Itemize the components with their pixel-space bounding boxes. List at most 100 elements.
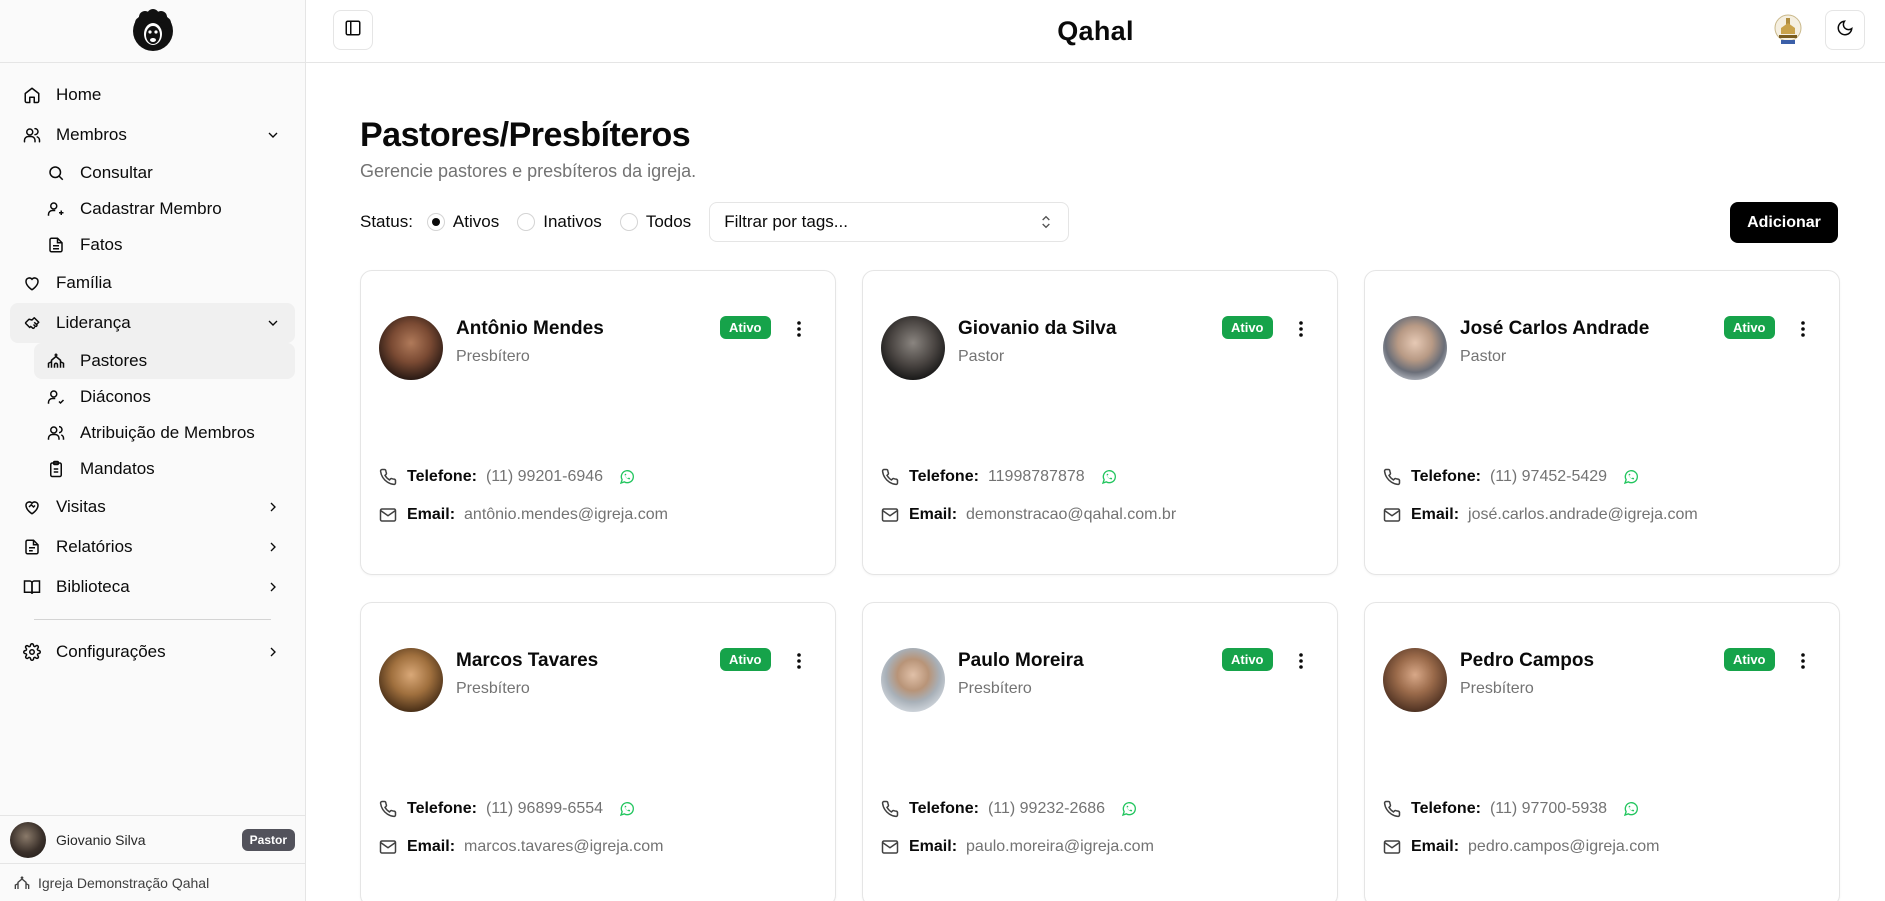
status-label: Status: xyxy=(360,212,413,231)
more-options-button[interactable] xyxy=(1293,652,1309,673)
email-label: Email: xyxy=(909,506,958,523)
sidebar-item-cadastrar-membro[interactable]: Cadastrar Membro xyxy=(34,191,295,227)
sidebar-toggle-button[interactable] xyxy=(333,10,373,50)
radio-selected[interactable] xyxy=(426,213,445,231)
sidebar-item-label: Atribuição de Membros xyxy=(80,423,255,442)
current-user[interactable]: Giovanio Silva Pastor xyxy=(0,815,305,863)
phone-row: Telefone: (11) 99232-2686 xyxy=(881,800,1137,818)
whatsapp-icon[interactable] xyxy=(1101,469,1117,485)
phone-value: (11) 97700-5938 xyxy=(1489,800,1608,817)
status-radio-todos[interactable]: Todos xyxy=(619,212,691,232)
more-options-button[interactable] xyxy=(791,320,807,341)
sidebar-item-relatorios[interactable]: Relatórios xyxy=(10,527,295,567)
person-name: Pedro Campos xyxy=(1460,650,1595,671)
email-label: Email: xyxy=(909,838,958,855)
person-name: Marcos Tavares xyxy=(456,650,599,671)
sidebar-item-label: Mandatos xyxy=(80,459,155,478)
phone-label: Telefone: xyxy=(909,800,979,817)
more-options-button[interactable] xyxy=(1795,320,1811,341)
sidebar-item-atribuicao-de-membros[interactable]: Atribuição de Membros xyxy=(34,415,295,451)
person-role: Presbítero xyxy=(958,680,1032,697)
more-options-button[interactable] xyxy=(791,652,807,673)
avatar xyxy=(881,648,945,712)
moon-icon xyxy=(1836,19,1854,42)
sidebar-item-pastores[interactable]: Pastores xyxy=(34,343,295,379)
membros-submenu: Consultar Cadastrar Membro Fatos xyxy=(10,155,295,263)
more-options-button[interactable] xyxy=(1293,320,1309,341)
sidebar-item-diaconos[interactable]: Diáconos xyxy=(34,379,295,415)
person-card[interactable]: José Carlos Andrade Pastor Ativo Telefon… xyxy=(1364,270,1840,575)
phone-label: Telefone: xyxy=(407,800,477,817)
search-icon xyxy=(46,163,66,183)
radio-unselected[interactable] xyxy=(517,213,536,231)
person-role: Pastor xyxy=(1460,348,1507,365)
sidebar-item-label: Consultar xyxy=(80,163,153,182)
person-name: Antônio Mendes xyxy=(456,318,604,339)
phone-value: (11) 96899-6554 xyxy=(485,800,604,817)
person-card[interactable]: Pedro Campos Presbítero Ativo Telefone: … xyxy=(1364,602,1840,901)
sidebar-item-visitas[interactable]: Visitas xyxy=(10,487,295,527)
mail-icon xyxy=(379,838,397,856)
person-card[interactable]: Marcos Tavares Presbítero Ativo Telefone… xyxy=(360,602,836,901)
church-selector[interactable]: Igreja Demonstração Qahal xyxy=(0,863,305,901)
sidebar-item-label: Cadastrar Membro xyxy=(80,199,222,218)
email-label: Email: xyxy=(407,506,456,523)
phone-icon xyxy=(1383,800,1401,818)
app-title: Qahal xyxy=(1057,16,1134,46)
more-options-button[interactable] xyxy=(1795,652,1811,673)
email-value: paulo.moreira@igreja.com xyxy=(966,838,1154,855)
status-radio-ativos[interactable]: Ativos xyxy=(426,212,499,232)
sidebar-item-familia[interactable]: Família xyxy=(10,263,295,303)
chevron-right-icon xyxy=(265,644,281,660)
sidebar-item-configuracoes[interactable]: Configurações xyxy=(10,632,295,672)
sidebar-item-home[interactable]: Home xyxy=(10,75,295,115)
church-icon xyxy=(46,351,66,371)
sidebar-item-label: Família xyxy=(56,273,112,292)
phone-label: Telefone: xyxy=(909,468,979,485)
phone-row: Telefone: (11) 96899-6554 xyxy=(379,800,635,818)
phone-value: 11998787878 xyxy=(987,468,1085,485)
radio-unselected[interactable] xyxy=(619,213,638,231)
person-card[interactable]: Giovanio da Silva Pastor Ativo Telefone:… xyxy=(862,270,1338,575)
email-value: demonstracao@qahal.com.br xyxy=(966,506,1177,523)
chevron-right-icon xyxy=(265,499,281,515)
heart-icon xyxy=(22,273,42,293)
sidebar-item-biblioteca[interactable]: Biblioteca xyxy=(10,567,295,607)
email-row: Email: josé.carlos.andrade@igreja.com xyxy=(1383,506,1698,524)
sheep-logo-icon[interactable] xyxy=(131,9,175,53)
sidebar-item-mandatos[interactable]: Mandatos xyxy=(34,451,295,487)
person-name: Giovanio da Silva xyxy=(958,318,1117,339)
church-logo-icon[interactable] xyxy=(1773,14,1803,46)
status-radio-inativos[interactable]: Inativos xyxy=(517,212,602,232)
chevron-right-icon xyxy=(265,539,281,555)
sidebar-item-label: Relatórios xyxy=(56,537,133,556)
phone-icon xyxy=(881,800,899,818)
status-badge: Ativo xyxy=(1724,316,1775,339)
email-row: Email: marcos.tavares@igreja.com xyxy=(379,838,663,856)
person-card[interactable]: Paulo Moreira Presbítero Ativo Telefone:… xyxy=(862,602,1338,901)
file-text-icon xyxy=(46,235,66,255)
add-button[interactable]: Adicionar xyxy=(1730,202,1838,243)
whatsapp-icon[interactable] xyxy=(619,801,635,817)
sidebar-item-lideranca[interactable]: Liderança xyxy=(10,303,295,343)
users-icon xyxy=(22,125,42,145)
person-card[interactable]: Antônio Mendes Presbítero Ativo Telefone… xyxy=(360,270,836,575)
sidebar-item-membros[interactable]: Membros xyxy=(10,115,295,155)
phone-label: Telefone: xyxy=(1411,468,1481,485)
church-name: Igreja Demonstração Qahal xyxy=(38,874,210,891)
sidebar-item-label: Visitas xyxy=(56,497,106,516)
sidebar-item-label: Diáconos xyxy=(80,387,151,406)
whatsapp-icon[interactable] xyxy=(1121,801,1137,817)
sidebar-item-fatos[interactable]: Fatos xyxy=(34,227,295,263)
whatsapp-icon[interactable] xyxy=(619,469,635,485)
theme-toggle-button[interactable] xyxy=(1825,10,1865,50)
status-badge: Ativo xyxy=(720,648,771,671)
whatsapp-icon[interactable] xyxy=(1623,469,1639,485)
phone-value: (11) 99232-2686 xyxy=(987,800,1106,817)
tags-filter-select[interactable]: Filtrar por tags... xyxy=(709,202,1070,242)
person-name: José Carlos Andrade xyxy=(1460,318,1650,339)
status-badge: Ativo xyxy=(1724,648,1775,671)
handshake-icon xyxy=(22,313,42,333)
whatsapp-icon[interactable] xyxy=(1623,801,1639,817)
sidebar-item-consultar[interactable]: Consultar xyxy=(34,155,295,191)
